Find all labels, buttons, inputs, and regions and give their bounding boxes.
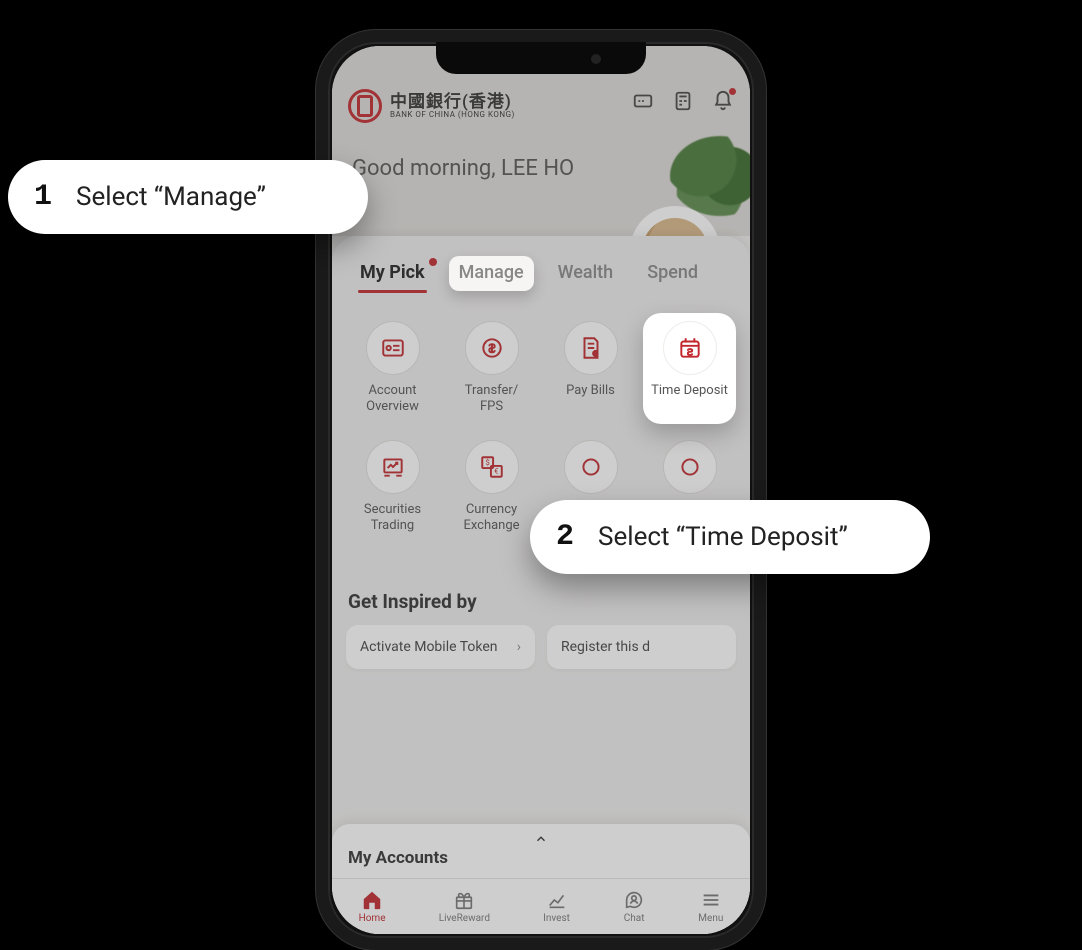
callout-text: Select “Manage” — [76, 182, 266, 212]
nav-chat[interactable]: Chat — [623, 889, 645, 924]
greeting-text: Good morning, LEE HO — [352, 156, 574, 181]
tile-transfer-fps[interactable]: Transfer/ FPS — [445, 313, 538, 424]
tab-label: Wealth — [558, 262, 614, 283]
trading-icon — [366, 440, 420, 494]
transfer-icon — [465, 321, 519, 375]
chevron-up-icon[interactable] — [348, 832, 734, 846]
tile-label: Pay Bills — [566, 383, 615, 415]
nav-home[interactable]: Home — [359, 889, 386, 924]
tile-currency-exchange[interactable]: $€ Currency Exchange — [445, 432, 538, 543]
calculator-icon[interactable] — [672, 90, 694, 112]
tile-label: Time Deposit — [651, 383, 728, 415]
phone-frame: 中國銀行(香港) BANK OF CHINA (HONG KONG) Good … — [316, 30, 766, 950]
nav-livereward[interactable]: LiveReward — [439, 889, 490, 924]
pay-bills-icon: $ — [564, 321, 618, 375]
notch — [436, 42, 646, 74]
decor-plant — [670, 136, 750, 216]
tab-my-pick[interactable]: My Pick — [350, 256, 435, 291]
tab-label: Spend — [647, 262, 698, 283]
tab-wealth[interactable]: Wealth — [548, 256, 624, 291]
inspired-card-row: Activate Mobile Token › Register this d — [346, 625, 736, 669]
card-activate-mobile-token[interactable]: Activate Mobile Token › — [346, 625, 535, 669]
nav-label: Chat — [624, 913, 645, 924]
chart-icon — [546, 889, 568, 911]
tile-label: Account Overview — [348, 383, 437, 416]
bottom-nav: Home LiveReward Invest Chat Menu — [332, 878, 750, 934]
tile-label: Currency Exchange — [447, 502, 536, 535]
nav-menu[interactable]: Menu — [698, 889, 723, 924]
callout-2: 2 Select “Time Deposit” — [530, 500, 930, 574]
chevron-right-icon: › — [517, 639, 521, 655]
tile-label: Securities Trading — [348, 502, 437, 535]
nav-invest[interactable]: Invest — [543, 889, 570, 924]
home-icon — [361, 889, 383, 911]
generic-icon — [564, 440, 618, 494]
tile-label: Transfer/ FPS — [465, 383, 518, 416]
live-icon[interactable] — [632, 90, 654, 112]
tile-pay-bills[interactable]: $ Pay Bills — [544, 313, 637, 424]
svg-text:$: $ — [485, 457, 489, 466]
tile-securities-trading[interactable]: Securities Trading — [346, 432, 439, 543]
callout-text: Select “Time Deposit” — [598, 522, 848, 552]
callout-1: 1 Select “Manage” — [8, 160, 368, 234]
my-accounts-sheet[interactable]: My Accounts — [332, 824, 750, 878]
svg-text:€: € — [494, 466, 498, 475]
card-label: Activate Mobile Token — [360, 639, 498, 655]
time-deposit-icon — [663, 321, 717, 375]
brand-text: 中國銀行(香港) BANK OF CHINA (HONG KONG) — [390, 94, 515, 119]
tab-manage[interactable]: Manage — [449, 256, 534, 291]
tile-time-deposit[interactable]: Time Deposit — [643, 313, 736, 424]
menu-icon — [700, 889, 722, 911]
account-overview-icon — [366, 321, 420, 375]
header-actions — [632, 90, 734, 112]
boc-logo-icon — [348, 89, 382, 123]
generic-icon — [663, 440, 717, 494]
brand-cn: 中國銀行(香港) — [390, 94, 515, 111]
nav-label: LiveReward — [439, 913, 490, 924]
card-register-device[interactable]: Register this d — [547, 625, 736, 669]
tab-label: Manage — [459, 262, 524, 283]
tab-dot — [429, 258, 437, 266]
gift-icon — [453, 889, 475, 911]
card-label: Register this d — [561, 639, 650, 655]
header: 中國銀行(香港) BANK OF CHINA (HONG KONG) Good … — [332, 46, 750, 236]
chat-icon — [623, 889, 645, 911]
tab-spend[interactable]: Spend — [637, 256, 708, 291]
callout-number: 1 — [34, 180, 52, 214]
currency-exchange-icon: $€ — [465, 440, 519, 494]
brand-en: BANK OF CHINA (HONG KONG) — [390, 111, 515, 119]
nav-label: Home — [359, 913, 386, 924]
tile-account-overview[interactable]: Account Overview — [346, 313, 439, 424]
nav-label: Menu — [698, 913, 723, 924]
screen: 中國銀行(香港) BANK OF CHINA (HONG KONG) Good … — [332, 46, 750, 934]
bell-icon[interactable] — [712, 90, 734, 112]
sheet-title: My Accounts — [348, 848, 734, 868]
section-tabs: My Pick Manage Wealth Spend — [346, 250, 736, 293]
notification-dot — [729, 88, 736, 95]
get-inspired-title: Get Inspired by — [348, 590, 734, 613]
tab-label: My Pick — [360, 262, 425, 283]
svg-text:$: $ — [593, 351, 596, 358]
callout-number: 2 — [556, 520, 574, 554]
nav-label: Invest — [543, 913, 570, 924]
